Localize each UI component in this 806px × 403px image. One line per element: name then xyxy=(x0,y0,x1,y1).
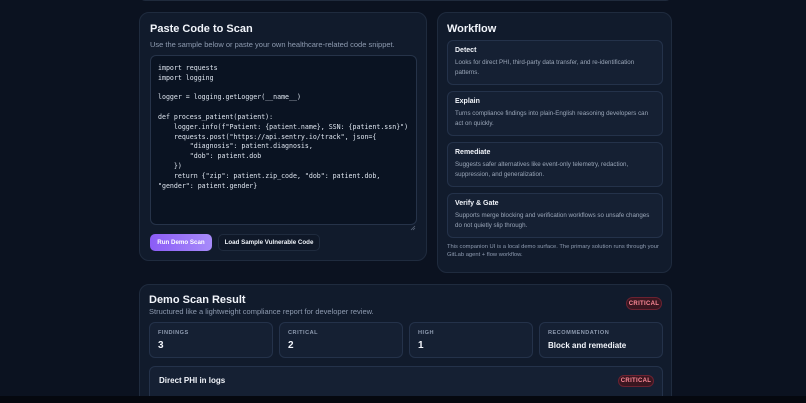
finding-severity-badge: CRITICAL xyxy=(618,375,654,387)
bottom-edge xyxy=(0,396,806,403)
workflow-step-title: Verify & Gate xyxy=(455,200,499,207)
resize-grip-icon[interactable] xyxy=(410,218,416,236)
result-card: Demo Scan Result Structured like a light… xyxy=(139,284,672,403)
workflow-step-desc: Supports merge blocking and verification… xyxy=(455,212,650,229)
stat-high: HIGH 1 xyxy=(409,322,533,358)
workflow-title: Workflow xyxy=(447,23,497,35)
stat-recommendation: RECOMMENDATION Block and remediate xyxy=(539,322,663,358)
status-badge: CRITICAL xyxy=(626,297,662,310)
previous-section-edge xyxy=(139,0,672,1)
workflow-step-title: Explain xyxy=(455,98,480,105)
scan-title: Paste Code to Scan xyxy=(150,23,253,35)
code-editor[interactable]: import requests import logging logger = … xyxy=(150,55,417,225)
stat-label: CRITICAL xyxy=(288,330,319,336)
workflow-step-verify: Verify & Gate Supports merge blocking an… xyxy=(447,193,663,238)
scan-card: Paste Code to Scan Use the sample below … xyxy=(139,12,427,261)
finding-title: Direct PHI in logs xyxy=(159,376,226,385)
run-demo-scan-button[interactable]: Run Demo Scan xyxy=(150,234,212,251)
result-title: Demo Scan Result xyxy=(149,294,246,306)
stat-critical: CRITICAL 2 xyxy=(279,322,403,358)
stat-findings: FINDINGS 3 xyxy=(149,322,273,358)
workflow-step-detect: Detect Looks for direct PHI, third-party… xyxy=(447,40,663,85)
page: Paste Code to Scan Use the sample below … xyxy=(0,0,806,403)
stat-label: HIGH xyxy=(418,330,434,336)
workflow-step-title: Detect xyxy=(455,47,477,54)
load-sample-button[interactable]: Load Sample Vulnerable Code xyxy=(218,234,320,251)
scan-subtitle: Use the sample below or paste your own h… xyxy=(150,40,395,49)
workflow-step-desc: Looks for direct PHI, third-party data t… xyxy=(455,59,635,76)
stat-label: RECOMMENDATION xyxy=(548,330,610,336)
workflow-step-desc: Suggests safer alternatives like event-o… xyxy=(455,161,629,178)
result-subtitle: Structured like a lightweight compliance… xyxy=(149,307,374,316)
workflow-note: This companion UI is a local demo surfac… xyxy=(447,244,659,258)
workflow-step-title: Remediate xyxy=(455,149,491,156)
workflow-card: Workflow Detect Looks for direct PHI, th… xyxy=(437,12,672,273)
stat-label: FINDINGS xyxy=(158,330,189,336)
workflow-step-remediate: Remediate Suggests safer alternatives li… xyxy=(447,142,663,187)
stat-value: 3 xyxy=(158,340,164,351)
stat-value: 1 xyxy=(418,340,424,351)
stat-value: 2 xyxy=(288,340,294,351)
workflow-step-explain: Explain Turns compliance findings into p… xyxy=(447,91,663,136)
workflow-step-desc: Turns compliance findings into plain-Eng… xyxy=(455,110,649,127)
stat-value: Block and remediate xyxy=(548,341,627,350)
